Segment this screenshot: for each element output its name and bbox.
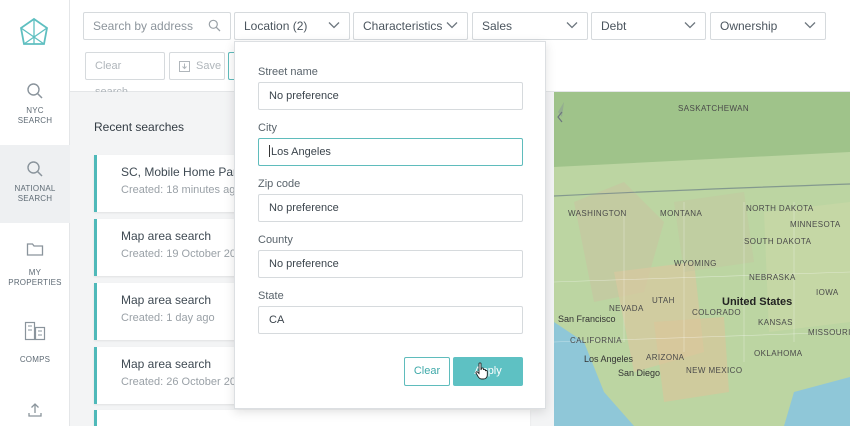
sidebar-item-comps[interactable]: COMPS [0, 305, 70, 383]
chevron-down-icon [804, 22, 816, 29]
recent-searches-title: Recent searches [94, 120, 185, 134]
ownership-filter-dropdown[interactable]: Ownership [710, 12, 826, 40]
map-label: ARIZONA [646, 353, 685, 362]
map-collapse-handle-icon[interactable] [556, 110, 564, 124]
map-label: MONTANA [660, 209, 703, 218]
map-label: CALIFORNIA [570, 336, 623, 345]
sidebar-item-label: SEARCH [17, 194, 53, 203]
clear-search-button[interactable]: Clear search [85, 52, 165, 98]
map-label: MISSOURI [808, 328, 850, 337]
upload-icon [28, 403, 42, 417]
map-label: OKLAHOMA [754, 349, 803, 358]
sidebar-item-label: NATIONAL [14, 184, 56, 193]
map-label: SASKATCHEWAN [678, 104, 750, 113]
hand-pointer-icon [475, 362, 488, 380]
sidebar-item-national-search[interactable]: NATIONAL SEARCH [0, 145, 70, 223]
street-name-input[interactable]: No preference [258, 82, 523, 110]
sales-filter-label: Sales [482, 19, 513, 33]
search-icon [208, 19, 221, 32]
city-input-value: Los Angeles [271, 146, 331, 158]
city-label: City [258, 122, 277, 134]
location-filter-dropdown[interactable]: Location (2) [234, 12, 350, 40]
map-label: WASHINGTON [568, 209, 627, 218]
map-label: NEW MEXICO [686, 366, 743, 375]
sidebar-item-label: NYC [26, 106, 44, 115]
zip-code-label: Zip code [258, 178, 301, 190]
state-input[interactable]: CA [258, 306, 523, 334]
sidebar-item-label: SEARCH [17, 116, 53, 125]
map-label-city: Los Angeles [584, 354, 634, 364]
app-logo-icon[interactable] [17, 16, 51, 50]
map-label: SOUTH DAKOTA [744, 237, 812, 246]
save-button-label: Save [196, 60, 222, 72]
sidebar-item-upload[interactable] [0, 390, 70, 426]
map-label: UTAH [652, 296, 675, 305]
map-view[interactable]: SASKATCHEWAN WASHINGTON MONTANA NORTH DA… [554, 92, 850, 426]
folder-icon [26, 243, 44, 256]
search-icon [27, 161, 43, 177]
recent-search-title: SC, Mobile Home Park [121, 165, 244, 179]
map-label: KANSAS [758, 318, 793, 327]
location-filter-panel: Street name No preference City Los Angel… [234, 41, 546, 409]
sidebar-item-label: PROPERTIES [8, 278, 62, 287]
characteristics-filter-dropdown[interactable]: Characteristics [353, 12, 468, 40]
characteristics-filter-label: Characteristics [363, 19, 443, 33]
map-label: WYOMING [674, 259, 717, 268]
map-label-country: United States [722, 296, 793, 308]
county-label: County [258, 234, 293, 246]
sidebar-item-label: MY [28, 268, 42, 277]
search-icon [27, 83, 43, 99]
chevron-down-icon [328, 22, 340, 29]
map-label: NEVADA [609, 304, 644, 313]
comps-icon [24, 321, 46, 341]
map-label-city: San Diego [618, 368, 661, 378]
sidebar-item-label: COMPS [19, 355, 51, 364]
recent-search-created: Created: 1 day ago [121, 312, 215, 324]
map-label: MINNESOTA [790, 220, 841, 229]
sidebar-item-my-properties[interactable]: MY PROPERTIES [0, 225, 70, 303]
recent-search-title: Map area search [121, 357, 212, 371]
chevron-down-icon [446, 22, 458, 29]
map-label: NEBRASKA [749, 273, 796, 282]
save-search-button[interactable]: Save [169, 52, 225, 80]
text-caret [269, 145, 270, 157]
sidebar: NYC SEARCH NATIONAL SEARCH MY PROPERTIES… [0, 0, 70, 426]
debt-filter-label: Debt [601, 19, 627, 33]
county-input[interactable]: No preference [258, 250, 523, 278]
recent-search-card[interactable] [94, 410, 530, 426]
sales-filter-dropdown[interactable]: Sales [472, 12, 588, 40]
recent-search-created: Created: 26 October 20 [121, 376, 236, 388]
recent-search-created: Created: 18 minutes ago [121, 184, 242, 196]
chevron-down-icon [566, 22, 578, 29]
clear-button[interactable]: Clear [404, 357, 450, 386]
recent-search-created: Created: 19 October 20 [121, 248, 236, 260]
recent-search-title: Map area search [121, 229, 212, 243]
map-label: NORTH DAKOTA [746, 204, 814, 213]
search-placeholder: Search by address [93, 19, 194, 33]
zip-code-input[interactable]: No preference [258, 194, 523, 222]
chevron-down-icon [684, 22, 696, 29]
city-input[interactable]: Los Angeles [258, 138, 523, 166]
map-label: COLORADO [692, 308, 741, 317]
state-label: State [258, 290, 284, 302]
location-filter-label: Location (2) [244, 19, 308, 33]
map-label: IOWA [816, 288, 839, 297]
debt-filter-dropdown[interactable]: Debt [591, 12, 706, 40]
ownership-filter-label: Ownership [720, 19, 778, 33]
street-name-label: Street name [258, 66, 318, 78]
address-search-input[interactable]: Search by address [83, 12, 231, 40]
map-label-city: San Francisco [558, 314, 616, 324]
sidebar-item-nyc-search[interactable]: NYC SEARCH [0, 70, 70, 148]
recent-search-title: Map area search [121, 293, 212, 307]
save-icon [179, 61, 190, 72]
